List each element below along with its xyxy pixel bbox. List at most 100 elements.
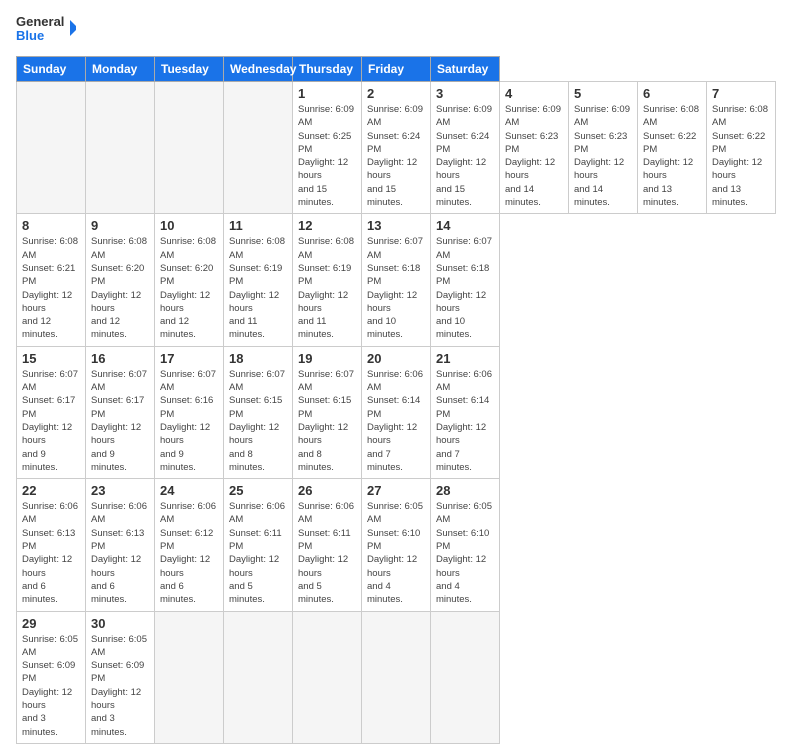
day-number: 23 [91, 483, 149, 498]
day-info: Sunrise: 6:05 AMSunset: 6:10 PMDaylight:… [367, 500, 425, 606]
calendar-cell: 11 Sunrise: 6:08 AMSunset: 6:19 PMDayligh… [224, 214, 293, 346]
day-number: 19 [298, 351, 356, 366]
day-info: Sunrise: 6:08 AMSunset: 6:22 PMDaylight:… [712, 103, 770, 209]
calendar-cell: 20Sunrise: 6:06 AMSunset: 6:14 PMDayligh… [362, 346, 431, 478]
calendar-cell: 28Sunrise: 6:05 AMSunset: 6:10 PMDayligh… [431, 479, 500, 611]
day-info: Sunrise: 6:06 AMSunset: 6:14 PMDaylight:… [436, 368, 494, 474]
weekday-header-row: SundayMondayTuesdayWednesdayThursdayFrid… [17, 57, 776, 82]
day-number: 3 [436, 86, 494, 101]
calendar-cell: 9 Sunrise: 6:08 AMSunset: 6:20 PMDaylight… [86, 214, 155, 346]
day-info: Sunrise: 6:05 AMSunset: 6:09 PMDaylight:… [22, 633, 80, 739]
day-info: Sunrise: 6:06 AMSunset: 6:13 PMDaylight:… [91, 500, 149, 606]
week-row-3: 22 Sunrise: 6:06 AMSunset: 6:13 PMDayligh… [17, 479, 776, 611]
calendar-cell [155, 82, 224, 214]
day-number: 11 [229, 218, 287, 233]
day-number: 20 [367, 351, 425, 366]
day-info: Sunrise: 6:08 AMSunset: 6:20 PMDaylight:… [91, 235, 149, 341]
day-info: Sunrise: 6:07 AMSunset: 6:15 PMDaylight:… [298, 368, 356, 474]
calendar-cell: 14 Sunrise: 6:07 AMSunset: 6:18 PMDayligh… [431, 214, 500, 346]
calendar-cell: 17 Sunrise: 6:07 AMSunset: 6:16 PMDayligh… [155, 346, 224, 478]
day-info: Sunrise: 6:06 AMSunset: 6:11 PMDaylight:… [229, 500, 287, 606]
calendar-cell: 15 Sunrise: 6:07 AMSunset: 6:17 PMDayligh… [17, 346, 86, 478]
day-number: 14 [436, 218, 494, 233]
calendar-cell: 6 Sunrise: 6:08 AMSunset: 6:22 PMDaylight… [638, 82, 707, 214]
calendar-table: SundayMondayTuesdayWednesdayThursdayFrid… [16, 56, 776, 744]
calendar-cell: 2Sunrise: 6:09 AMSunset: 6:24 PMDaylight… [362, 82, 431, 214]
day-number: 24 [160, 483, 218, 498]
week-row-1: 8 Sunrise: 6:08 AMSunset: 6:21 PMDaylight… [17, 214, 776, 346]
calendar-cell: 10 Sunrise: 6:08 AMSunset: 6:20 PMDayligh… [155, 214, 224, 346]
day-number: 27 [367, 483, 425, 498]
day-info: Sunrise: 6:07 AMSunset: 6:16 PMDaylight:… [160, 368, 218, 474]
day-info: Sunrise: 6:07 AMSunset: 6:17 PMDaylight:… [91, 368, 149, 474]
svg-text:General: General [16, 14, 64, 29]
day-number: 26 [298, 483, 356, 498]
calendar-cell: 27 Sunrise: 6:05 AMSunset: 6:10 PMDayligh… [362, 479, 431, 611]
day-info: Sunrise: 6:07 AMSunset: 6:18 PMDaylight:… [436, 235, 494, 341]
calendar-cell: 4Sunrise: 6:09 AMSunset: 6:23 PMDaylight… [500, 82, 569, 214]
calendar-cell [155, 611, 224, 743]
calendar-cell: 13 Sunrise: 6:07 AMSunset: 6:18 PMDayligh… [362, 214, 431, 346]
day-info: Sunrise: 6:07 AMSunset: 6:15 PMDaylight:… [229, 368, 287, 474]
calendar-page: General Blue SundayMondayTuesdayWednesda… [0, 0, 792, 612]
calendar-cell [17, 82, 86, 214]
calendar-cell: 3Sunrise: 6:09 AMSunset: 6:24 PMDaylight… [431, 82, 500, 214]
day-info: Sunrise: 6:09 AMSunset: 6:23 PMDaylight:… [505, 103, 563, 209]
calendar-cell: 22 Sunrise: 6:06 AMSunset: 6:13 PMDayligh… [17, 479, 86, 611]
day-number: 13 [367, 218, 425, 233]
calendar-cell [362, 611, 431, 743]
day-number: 1 [298, 86, 356, 101]
calendar-cell [293, 611, 362, 743]
weekday-header-thursday: Thursday [293, 57, 362, 82]
day-info: Sunrise: 6:07 AMSunset: 6:18 PMDaylight:… [367, 235, 425, 341]
weekday-header-monday: Monday [86, 57, 155, 82]
day-number: 8 [22, 218, 80, 233]
calendar-cell: 7Sunrise: 6:08 AMSunset: 6:22 PMDaylight… [707, 82, 776, 214]
day-number: 9 [91, 218, 149, 233]
calendar-cell: 5Sunrise: 6:09 AMSunset: 6:23 PMDaylight… [569, 82, 638, 214]
day-number: 29 [22, 616, 80, 631]
day-info: Sunrise: 6:05 AMSunset: 6:09 PMDaylight:… [91, 633, 149, 739]
svg-text:Blue: Blue [16, 28, 44, 43]
calendar-cell: 24 Sunrise: 6:06 AMSunset: 6:12 PMDayligh… [155, 479, 224, 611]
day-number: 15 [22, 351, 80, 366]
day-number: 25 [229, 483, 287, 498]
day-number: 17 [160, 351, 218, 366]
day-info: Sunrise: 6:08 AMSunset: 6:19 PMDaylight:… [229, 235, 287, 341]
week-row-0: 1 Sunrise: 6:09 AMSunset: 6:25 PMDaylight… [17, 82, 776, 214]
calendar-cell [86, 82, 155, 214]
day-info: Sunrise: 6:09 AMSunset: 6:23 PMDaylight:… [574, 103, 632, 209]
calendar-cell: 23 Sunrise: 6:06 AMSunset: 6:13 PMDayligh… [86, 479, 155, 611]
calendar-cell: 1 Sunrise: 6:09 AMSunset: 6:25 PMDaylight… [293, 82, 362, 214]
week-row-4: 29 Sunrise: 6:05 AMSunset: 6:09 PMDayligh… [17, 611, 776, 743]
calendar-cell: 19 Sunrise: 6:07 AMSunset: 6:15 PMDayligh… [293, 346, 362, 478]
calendar-cell: 8 Sunrise: 6:08 AMSunset: 6:21 PMDaylight… [17, 214, 86, 346]
calendar-cell: 18 Sunrise: 6:07 AMSunset: 6:15 PMDayligh… [224, 346, 293, 478]
day-info: Sunrise: 6:08 AMSunset: 6:22 PMDaylight:… [643, 103, 701, 209]
day-info: Sunrise: 6:08 AMSunset: 6:21 PMDaylight:… [22, 235, 80, 341]
day-info: Sunrise: 6:08 AMSunset: 6:19 PMDaylight:… [298, 235, 356, 341]
day-info: Sunrise: 6:08 AMSunset: 6:20 PMDaylight:… [160, 235, 218, 341]
day-number: 10 [160, 218, 218, 233]
day-info: Sunrise: 6:06 AMSunset: 6:13 PMDaylight:… [22, 500, 80, 606]
calendar-cell: 12 Sunrise: 6:08 AMSunset: 6:19 PMDayligh… [293, 214, 362, 346]
day-info: Sunrise: 6:06 AMSunset: 6:12 PMDaylight:… [160, 500, 218, 606]
day-info: Sunrise: 6:06 AMSunset: 6:11 PMDaylight:… [298, 500, 356, 606]
day-info: Sunrise: 6:07 AMSunset: 6:17 PMDaylight:… [22, 368, 80, 474]
logo-svg: General Blue [16, 12, 76, 48]
logo: General Blue [16, 12, 76, 48]
day-number: 18 [229, 351, 287, 366]
calendar-cell: 30Sunrise: 6:05 AMSunset: 6:09 PMDayligh… [86, 611, 155, 743]
day-number: 6 [643, 86, 701, 101]
day-number: 12 [298, 218, 356, 233]
weekday-header-wednesday: Wednesday [224, 57, 293, 82]
day-number: 28 [436, 483, 494, 498]
day-number: 22 [22, 483, 80, 498]
weekday-header-friday: Friday [362, 57, 431, 82]
week-row-2: 15 Sunrise: 6:07 AMSunset: 6:17 PMDayligh… [17, 346, 776, 478]
calendar-cell: 25 Sunrise: 6:06 AMSunset: 6:11 PMDayligh… [224, 479, 293, 611]
calendar-cell [224, 82, 293, 214]
weekday-header-sunday: Sunday [17, 57, 86, 82]
day-info: Sunrise: 6:09 AMSunset: 6:24 PMDaylight:… [367, 103, 425, 209]
day-info: Sunrise: 6:09 AMSunset: 6:25 PMDaylight:… [298, 103, 356, 209]
